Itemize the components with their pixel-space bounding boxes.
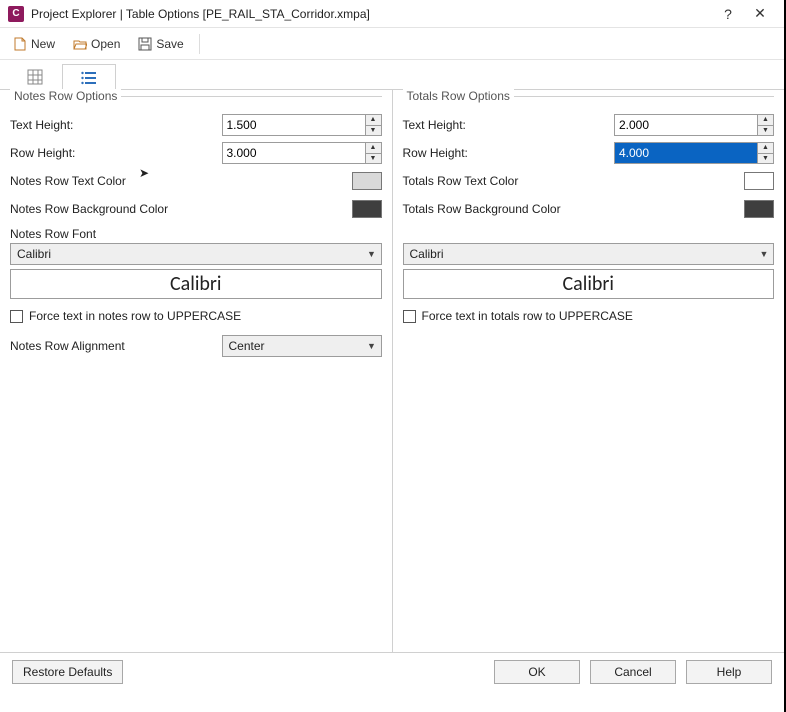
open-folder-icon: [73, 37, 87, 51]
open-button[interactable]: Open: [68, 35, 125, 53]
window-title: Project Explorer | Table Options [PE_RAI…: [31, 7, 370, 21]
notes-text-color-swatch[interactable]: [352, 172, 382, 190]
totals-panel: Totals Row Options Text Height: ▲ ▼ Row …: [392, 90, 785, 652]
notes-bg-color-swatch[interactable]: [352, 200, 382, 218]
totals-font-preview: Calibri: [403, 269, 775, 299]
new-button-label: New: [31, 37, 55, 51]
totals-text-color-swatch[interactable]: [744, 172, 774, 190]
grid-icon: [27, 69, 43, 85]
chevron-down-icon: ▼: [363, 341, 381, 351]
save-button-label: Save: [156, 37, 183, 51]
app-icon: C: [8, 6, 24, 22]
spin-up-icon[interactable]: ▲: [758, 143, 773, 154]
notes-font-preview: Calibri: [10, 269, 382, 299]
list-icon: [81, 70, 97, 86]
tab-grid[interactable]: [8, 63, 62, 89]
totals-row-height-field[interactable]: [615, 143, 757, 163]
totals-text-height-field[interactable]: [615, 115, 757, 135]
tab-list[interactable]: [62, 64, 116, 90]
tabstrip: [0, 60, 784, 90]
new-button[interactable]: New: [8, 35, 60, 53]
titlebar: C Project Explorer | Table Options [PE_R…: [0, 0, 784, 28]
chevron-down-icon: ▼: [363, 249, 381, 259]
notes-uppercase-checkbox[interactable]: [10, 310, 23, 323]
notes-text-color-label: Notes Row Text Color: [10, 174, 210, 188]
spin-up-icon[interactable]: ▲: [366, 115, 381, 126]
totals-bg-color-label: Totals Row Background Color: [403, 202, 603, 216]
totals-font-spacer: [403, 227, 775, 241]
notes-panel-title: Notes Row Options: [10, 89, 121, 103]
spin-down-icon[interactable]: ▼: [366, 154, 381, 164]
notes-row-height-label: Row Height:: [10, 146, 210, 160]
notes-text-height-input[interactable]: ▲ ▼: [222, 114, 382, 136]
notes-bg-color-label: Notes Row Background Color: [10, 202, 210, 216]
totals-text-color-label: Totals Row Text Color: [403, 174, 603, 188]
toolbar-separator: [199, 34, 200, 54]
totals-uppercase-checkbox[interactable]: [403, 310, 416, 323]
help-icon[interactable]: ?: [712, 6, 744, 22]
notes-alignment-combo[interactable]: Center ▼: [222, 335, 382, 357]
spin-down-icon[interactable]: ▼: [366, 126, 381, 136]
chevron-down-icon: ▼: [755, 249, 773, 259]
new-file-icon: [13, 37, 27, 51]
restore-defaults-button[interactable]: Restore Defaults: [12, 660, 123, 684]
help-button[interactable]: Help: [686, 660, 772, 684]
totals-font-combo[interactable]: Calibri ▼: [403, 243, 775, 265]
notes-uppercase-label: Force text in notes row to UPPERCASE: [29, 309, 241, 323]
notes-row-height-field[interactable]: [223, 143, 365, 163]
notes-alignment-label: Notes Row Alignment: [10, 339, 125, 353]
totals-uppercase-label: Force text in totals row to UPPERCASE: [422, 309, 633, 323]
notes-panel: Notes Row Options Text Height: ▲ ▼ Row H…: [0, 90, 392, 652]
totals-bg-color-swatch[interactable]: [744, 200, 774, 218]
spin-down-icon[interactable]: ▼: [758, 126, 773, 136]
bottom-bar: Restore Defaults OK Cancel Help: [0, 652, 784, 690]
notes-alignment-value: Center: [223, 339, 363, 353]
totals-text-height-input[interactable]: ▲ ▼: [614, 114, 774, 136]
spin-down-icon[interactable]: ▼: [758, 154, 773, 164]
close-icon[interactable]: ✕: [744, 5, 776, 22]
open-button-label: Open: [91, 37, 120, 51]
notes-font-label: Notes Row Font: [10, 227, 382, 241]
cancel-button[interactable]: Cancel: [590, 660, 676, 684]
toolbar: New Open Save: [0, 28, 784, 60]
totals-panel-title: Totals Row Options: [403, 89, 514, 103]
notes-text-height-field[interactable]: [223, 115, 365, 135]
notes-row-height-input[interactable]: ▲ ▼: [222, 142, 382, 164]
spin-up-icon[interactable]: ▲: [758, 115, 773, 126]
save-icon: [138, 37, 152, 51]
main-area: Notes Row Options Text Height: ▲ ▼ Row H…: [0, 90, 784, 652]
ok-button[interactable]: OK: [494, 660, 580, 684]
totals-row-height-label: Row Height:: [403, 146, 603, 160]
spin-up-icon[interactable]: ▲: [366, 143, 381, 154]
totals-font-value: Calibri: [404, 247, 756, 261]
save-button[interactable]: Save: [133, 35, 188, 53]
totals-row-height-input[interactable]: ▲ ▼: [614, 142, 774, 164]
notes-font-combo[interactable]: Calibri ▼: [10, 243, 382, 265]
notes-text-height-label: Text Height:: [10, 118, 210, 132]
notes-font-value: Calibri: [11, 247, 363, 261]
totals-text-height-label: Text Height:: [403, 118, 603, 132]
